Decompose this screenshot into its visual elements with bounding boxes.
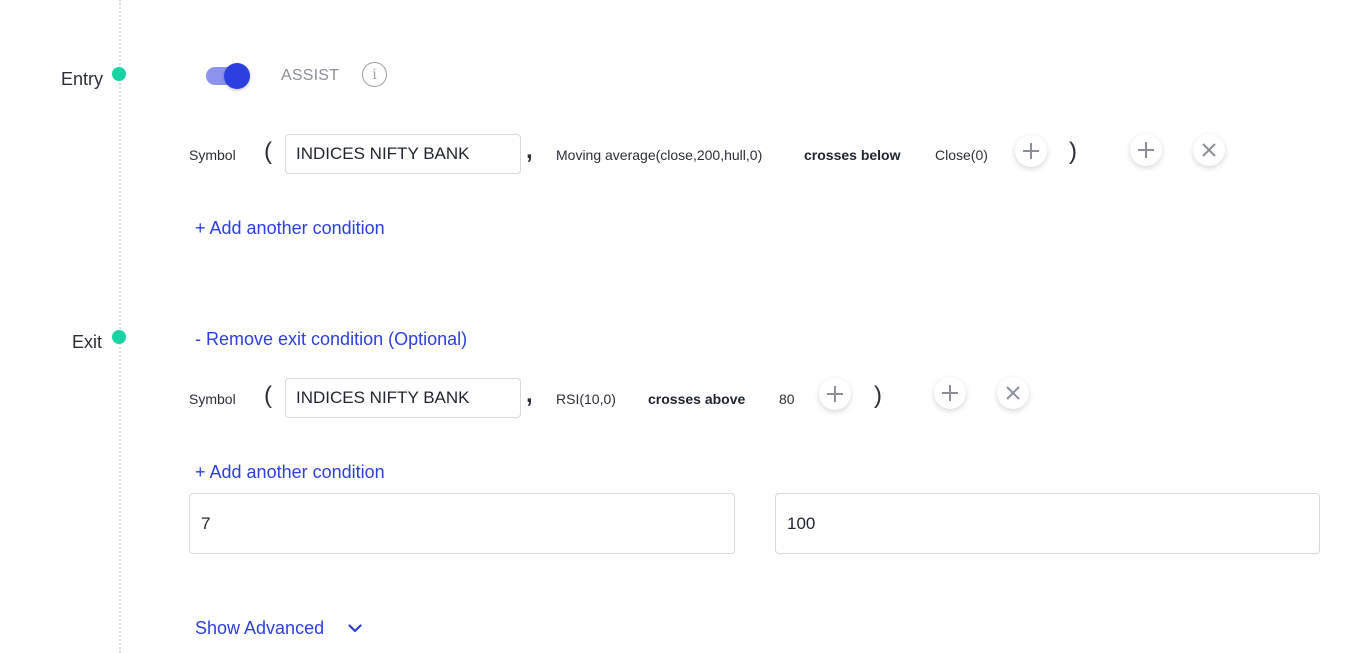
assist-toggle-knob <box>224 63 250 89</box>
show-advanced-toggle[interactable]: Show Advanced <box>195 618 362 639</box>
exit-comma: , <box>526 381 533 408</box>
chevron-down-icon <box>348 624 362 633</box>
entry-open-paren: ( <box>264 138 272 165</box>
exit-symbol-label: Symbol <box>189 391 236 407</box>
target-input[interactable]: 100 <box>775 493 1320 554</box>
exit-symbol-value: INDICES NIFTY BANK <box>296 388 470 407</box>
exit-open-paren: ( <box>264 382 272 409</box>
entry-symbol-input[interactable]: INDICES NIFTY BANK <box>285 134 521 174</box>
exit-remove-condition-button[interactable] <box>997 377 1029 409</box>
entry-add-group-button[interactable] <box>1130 134 1162 166</box>
entry-timeline-dot <box>112 67 126 81</box>
exit-condition-row: Symbol ( INDICES NIFTY BANK , RSI(10,0) … <box>0 377 1348 421</box>
info-icon[interactable]: i <box>362 62 387 87</box>
entry-add-condition-link[interactable]: + Add another condition <box>195 218 385 239</box>
exit-timeline-dot <box>112 330 126 344</box>
entry-remove-condition-button[interactable] <box>1193 134 1225 166</box>
exit-comparator[interactable]: 80 <box>779 391 795 407</box>
entry-indicator[interactable]: Moving average(close,200,hull,0) <box>556 147 762 163</box>
remove-exit-condition-link[interactable]: - Remove exit condition (Optional) <box>195 329 467 350</box>
close-icon <box>1202 143 1216 157</box>
entry-symbol-label: Symbol <box>189 147 236 163</box>
close-icon <box>1006 386 1020 400</box>
target-value: 100 <box>787 513 816 533</box>
plus-icon <box>942 385 958 401</box>
exit-label: Exit <box>72 332 103 352</box>
plus-icon <box>827 386 843 402</box>
entry-label: Entry <box>61 69 104 89</box>
entry-symbol-value: INDICES NIFTY BANK <box>296 144 470 163</box>
exit-indicator[interactable]: RSI(10,0) <box>556 391 616 407</box>
plus-icon <box>1138 142 1154 158</box>
entry-add-operand-button[interactable] <box>1015 135 1047 167</box>
entry-condition-row: Symbol ( INDICES NIFTY BANK , Moving ave… <box>0 133 1348 177</box>
exit-add-operand-button[interactable] <box>819 378 851 410</box>
stop-loss-input[interactable]: 7 <box>189 493 735 554</box>
entry-close-paren: ) <box>1069 138 1077 165</box>
assist-toggle[interactable] <box>206 63 252 89</box>
plus-icon <box>1023 143 1039 159</box>
entry-comparator[interactable]: Close(0) <box>935 147 988 163</box>
entry-comma: , <box>526 137 533 164</box>
timeline-line <box>119 0 121 653</box>
exit-symbol-input[interactable]: INDICES NIFTY BANK <box>285 378 521 418</box>
show-advanced-label: Show Advanced <box>195 618 325 638</box>
entry-operator[interactable]: crosses below <box>804 147 901 163</box>
exit-close-paren: ) <box>874 382 882 409</box>
exit-add-condition-link[interactable]: + Add another condition <box>195 462 385 483</box>
assist-label: ASSIST <box>281 67 340 84</box>
stop-loss-value: 7 <box>201 513 211 533</box>
exit-operator[interactable]: crosses above <box>648 391 745 407</box>
exit-add-group-button[interactable] <box>934 377 966 409</box>
